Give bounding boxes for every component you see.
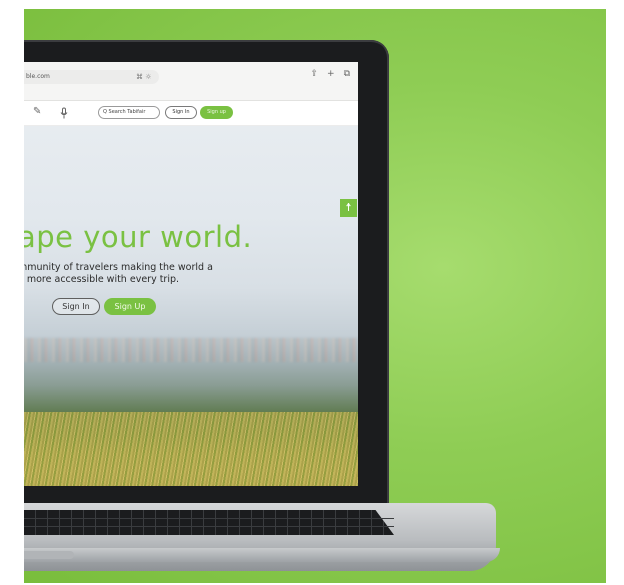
keyboard-row-divider [24, 526, 394, 527]
hero-subtitle-line-1: mmunity of travelers making the world a [24, 262, 213, 273]
laptop-screen: ble.com ⌘ ☼ ⇪ + ⧉ ✎ Q Search Tabifair Si… [24, 62, 358, 486]
accessibility-icon[interactable]: ☨ [340, 199, 357, 217]
header-signup-button[interactable]: Sign up [200, 106, 233, 119]
share-icon[interactable]: ⇪ [310, 69, 318, 79]
plus-icon[interactable]: + [327, 69, 335, 79]
hero-subtitle: mmunity of travelers making the world a … [24, 262, 278, 286]
hero-city-band [24, 338, 358, 362]
laptop-trackpad [24, 551, 74, 559]
laptop-front-edge [24, 548, 500, 562]
translate-icon[interactable]: ⌘ ☼ [136, 70, 152, 84]
header-signin-button[interactable]: Sign In [165, 106, 197, 119]
hero-grass [24, 412, 358, 486]
mic-icon[interactable] [60, 105, 68, 124]
hero-signin-button[interactable]: Sign In [52, 298, 100, 315]
laptop-keyboard [24, 510, 394, 535]
url-text: ble.com [26, 73, 50, 80]
tabs-icon[interactable]: ⧉ [344, 69, 350, 79]
address-bar[interactable]: ble.com ⌘ ☼ [24, 70, 159, 84]
keyboard-row-divider [24, 518, 394, 519]
browser-toolbar: ble.com ⌘ ☼ ⇪ + ⧉ [24, 62, 358, 101]
hero-section: ape your world. mmunity of travelers mak… [24, 126, 358, 486]
hero-signup-button[interactable]: Sign Up [104, 298, 156, 315]
edit-icon[interactable]: ✎ [33, 106, 41, 117]
hero-subtitle-line-2: e more accessible with every trip. [24, 274, 180, 285]
hero-title: ape your world. [24, 220, 253, 254]
search-input[interactable]: Q Search Tabifair [98, 106, 160, 119]
site-header: ✎ Q Search Tabifair Sign In Sign up [24, 101, 358, 126]
browser-actions: ⇪ + ⧉ [310, 69, 350, 79]
